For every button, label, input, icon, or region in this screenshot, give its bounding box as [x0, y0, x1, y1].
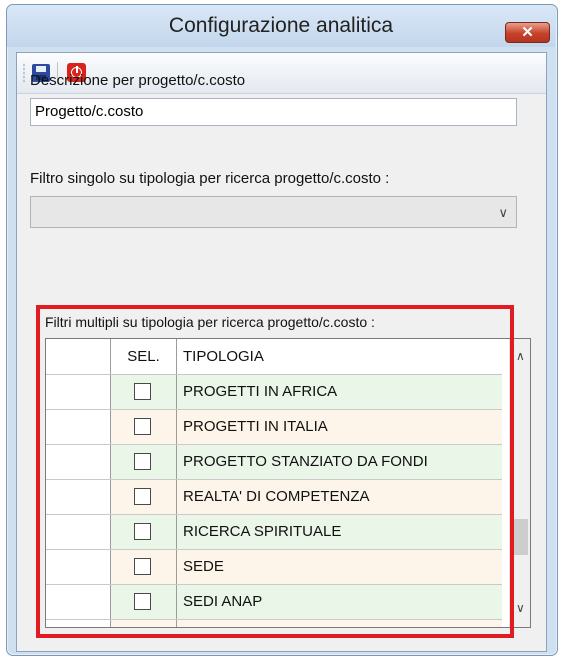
- filtro-singolo-dropdown[interactable]: ∨: [30, 196, 517, 228]
- scroll-up-icon[interactable]: ∧: [516, 349, 525, 363]
- scroll-down-icon[interactable]: ∨: [516, 601, 525, 615]
- dialog-window: Configurazione analitica ✕ Descrizione p…: [0, 0, 562, 660]
- chevron-down-icon[interactable]: ∨: [498, 205, 508, 221]
- toolbar-grip-icon[interactable]: [23, 63, 25, 83]
- close-button[interactable]: ✕: [505, 22, 550, 43]
- window-title: Configurazione analitica: [168, 14, 394, 37]
- highlight-box: [36, 305, 514, 638]
- descrizione-label: Descrizione per progetto/c.costo: [30, 72, 246, 89]
- descrizione-field[interactable]: Progetto/c.costo: [30, 98, 517, 126]
- title-bar[interactable]: Configurazione analitica ✕: [7, 5, 555, 47]
- scrollbar-thumb[interactable]: [514, 519, 528, 555]
- filtro-singolo-label: Filtro singolo su tipologia per ricerca …: [30, 170, 390, 187]
- close-icon: ✕: [521, 24, 534, 41]
